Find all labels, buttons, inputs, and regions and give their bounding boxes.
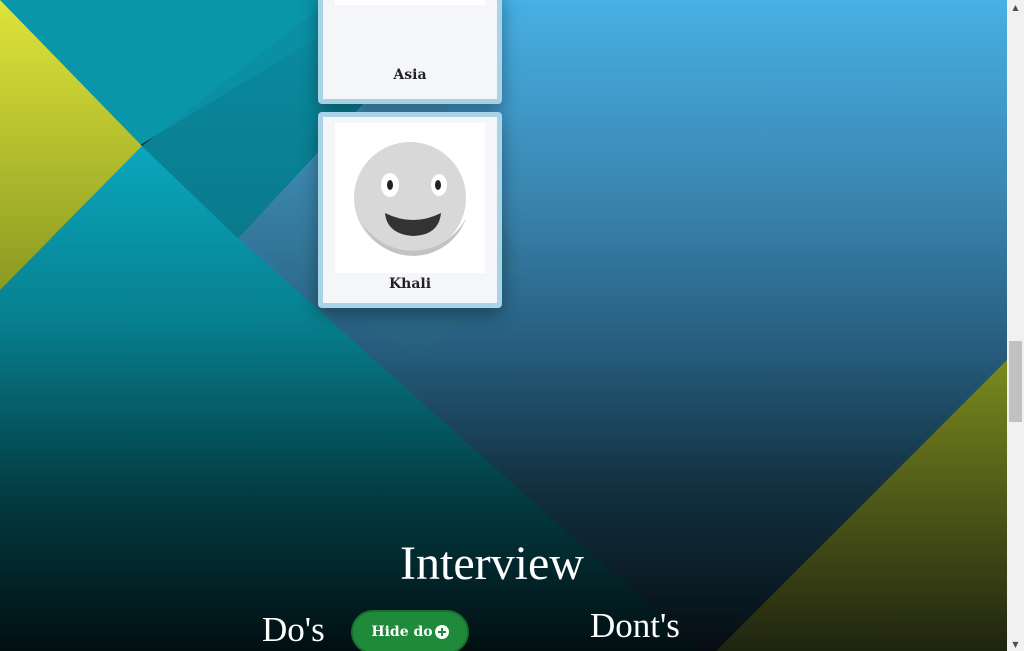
- hide-dos-label: Hide do: [371, 624, 433, 640]
- smiley-face-icon: [335, 0, 485, 5]
- card-body: Khali: [323, 117, 497, 303]
- member-card[interactable]: Asia: [318, 0, 502, 104]
- donts-heading: Dont's: [590, 606, 680, 645]
- hide-dos-button[interactable]: Hide do: [351, 610, 469, 651]
- section-title: Interview: [400, 537, 584, 590]
- page-background: Asia Khali Interview Do's Dont's Hide do: [0, 0, 1007, 651]
- card-name: Asia: [393, 67, 427, 83]
- member-card[interactable]: Khali: [318, 112, 502, 308]
- smiley-face-icon: [354, 142, 466, 256]
- vertical-scrollbar[interactable]: ▲ ▼: [1007, 0, 1024, 651]
- card-body: Asia: [323, 0, 497, 99]
- card-name: Khali: [388, 276, 432, 292]
- scroll-up-arrow-icon[interactable]: ▲: [1007, 0, 1024, 14]
- dos-heading: Do's: [262, 610, 325, 649]
- plus-circle-icon: [434, 625, 449, 639]
- avatar: [335, 123, 485, 273]
- scroll-down-arrow-icon[interactable]: ▼: [1007, 637, 1024, 651]
- avatar: [335, 0, 485, 5]
- scrollbar-thumb[interactable]: [1009, 341, 1022, 422]
